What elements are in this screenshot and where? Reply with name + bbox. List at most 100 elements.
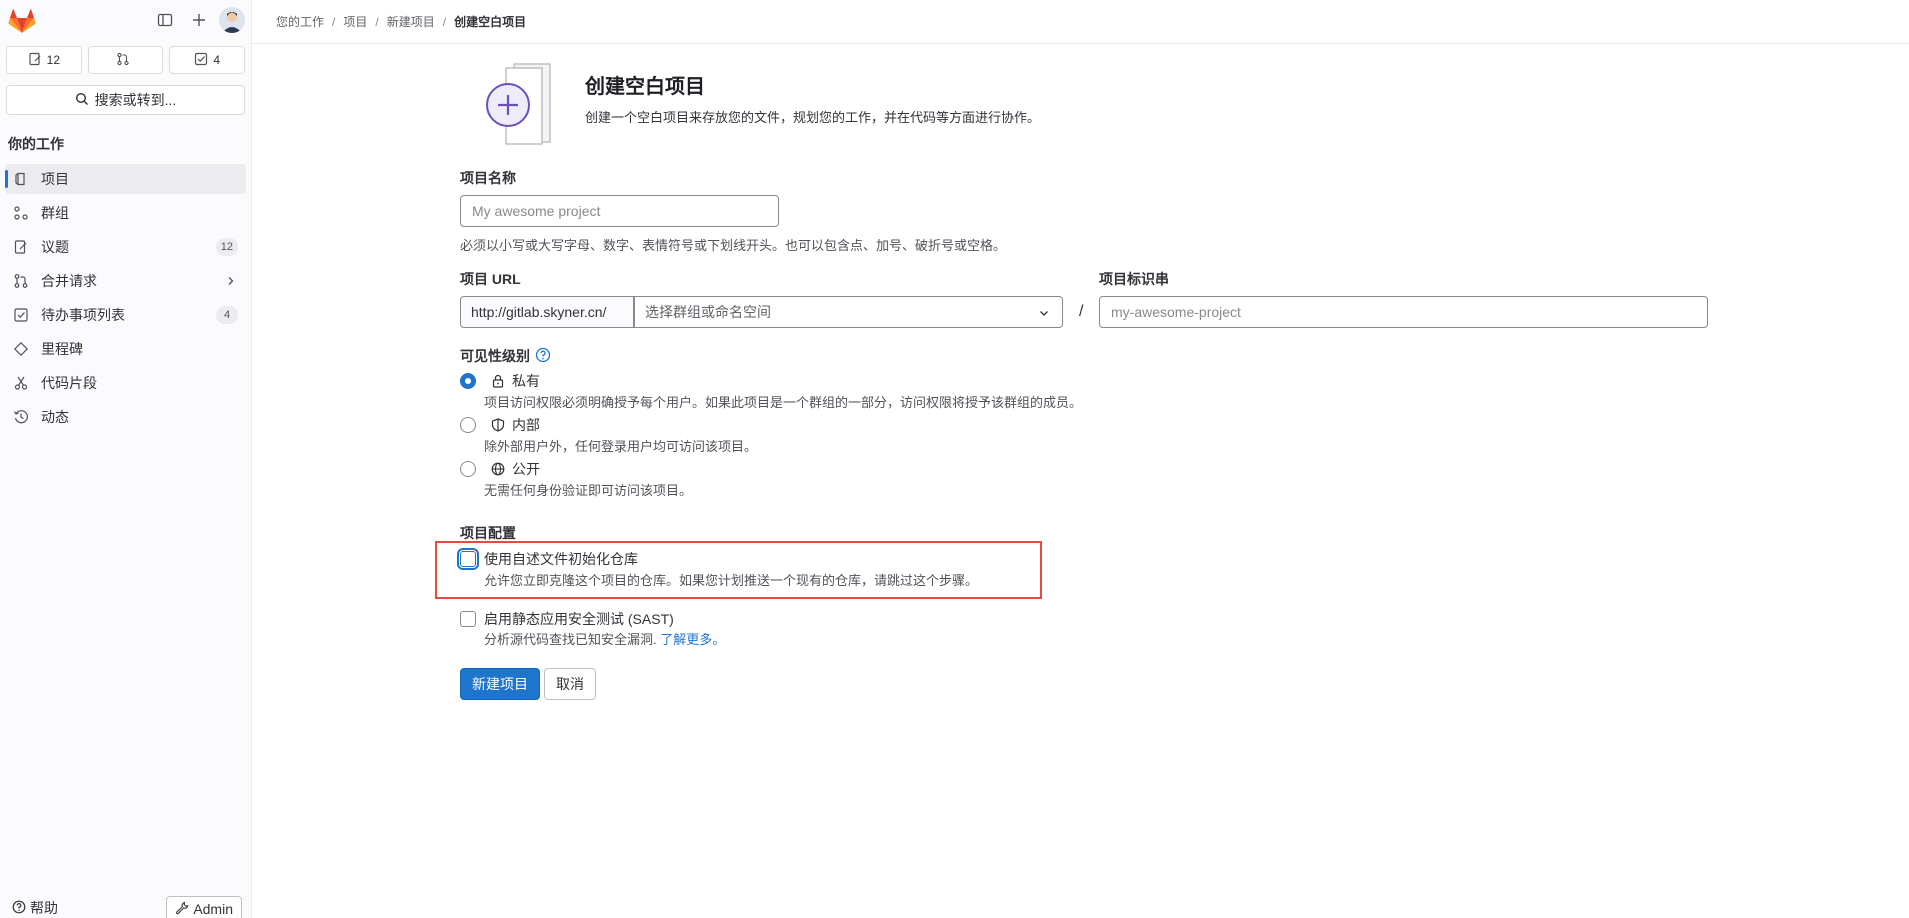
help-button[interactable]: 帮助	[12, 898, 58, 918]
user-avatar[interactable]	[219, 7, 245, 33]
project-name-label: 项目名称	[460, 170, 516, 186]
namespace-select[interactable]: 选择群组或命名空间	[634, 296, 1063, 328]
page-description: 创建一个空白项目来存放您的文件，规划您的工作，并在代码等方面进行协作。	[585, 110, 1041, 125]
sidebar-item-projects[interactable]: 项目	[5, 164, 246, 194]
init-readme-option[interactable]: 使用自述文件初始化仓库	[460, 549, 638, 569]
search-icon	[75, 92, 89, 109]
visibility-label-row: 可见性级别	[460, 346, 551, 366]
sidebar-item-issues[interactable]: 议题 12	[5, 232, 246, 262]
wrench-icon	[175, 901, 189, 918]
cancel-button[interactable]: 取消	[544, 668, 596, 700]
sidebar-item-label: 群组	[41, 205, 69, 221]
sidebar-item-label: 议题	[41, 239, 69, 255]
sidebar: 12 4 搜索或转到... 你的工作 项目 群组 议题 12 合并请求 待办事项…	[0, 0, 252, 918]
visibility-private-radio[interactable]	[460, 373, 476, 389]
page-title: 创建空白项目	[585, 76, 705, 98]
create-new-plus-icon[interactable]	[185, 6, 213, 34]
project-slug-input[interactable]	[1099, 296, 1708, 328]
merge-requests-counter-button[interactable]	[87, 46, 164, 74]
project-name-help: 必须以小写或大写字母、数字、表情符号或下划线开头。也可以包含点、加号、破折号或空…	[460, 238, 1007, 253]
init-readme-checkbox[interactable]	[460, 551, 476, 567]
project-config-label: 项目配置	[460, 525, 516, 541]
project-slug-label: 项目标识串	[1099, 271, 1169, 287]
issues-counter-button[interactable]: 12	[6, 46, 82, 74]
sidebar-item-label: 待办事项列表	[41, 307, 125, 323]
todo-icon	[194, 52, 208, 69]
visibility-internal-label: 内部	[512, 417, 540, 433]
lock-icon	[490, 373, 506, 389]
breadcrumb-separator: /	[375, 14, 379, 29]
sidebar-item-label: 里程碑	[41, 341, 83, 357]
admin-label: Admin	[193, 901, 233, 917]
snippet-icon	[13, 375, 29, 391]
blank-project-illustration	[474, 58, 564, 151]
sast-label: 启用静态应用安全测试 (SAST)	[484, 611, 674, 627]
visibility-private-option[interactable]: 私有	[460, 371, 540, 391]
sidebar-item-activity[interactable]: 动态	[5, 402, 246, 432]
breadcrumb-your-work[interactable]: 您的工作	[276, 13, 324, 30]
learn-more-link[interactable]: 了解更多。	[660, 632, 725, 647]
visibility-internal-radio[interactable]	[460, 417, 476, 433]
sidebar-item-todos[interactable]: 待办事项列表 4	[5, 300, 246, 330]
sidebar-item-groups[interactable]: 群组	[5, 198, 246, 228]
sidebar-item-label: 代码片段	[41, 375, 97, 391]
sidebar-footer: 帮助 Admin	[0, 896, 251, 918]
admin-button[interactable]: Admin	[166, 896, 242, 918]
breadcrumb-separator: /	[442, 14, 447, 29]
sidebar-nav: 项目 群组 议题 12 合并请求 待办事项列表 4 里程碑 代码片段 动态	[5, 164, 246, 436]
group-icon	[13, 205, 29, 221]
question-circle-icon[interactable]	[535, 347, 551, 366]
create-project-button[interactable]: 新建项目	[460, 668, 540, 700]
visibility-label: 可见性级别	[460, 348, 530, 364]
activity-icon	[13, 409, 29, 425]
sidebar-item-milestones[interactable]: 里程碑	[5, 334, 246, 364]
breadcrumb-new-project[interactable]: 新建项目	[387, 13, 435, 30]
top-bar: 您的工作 / 项目 / 新建项目 / 创建空白项目	[252, 0, 1909, 44]
namespace-select-placeholder: 选择群组或命名空间	[645, 304, 771, 320]
gitlab-logo-icon[interactable]	[8, 8, 36, 34]
init-readme-label: 使用自述文件初始化仓库	[484, 551, 638, 567]
visibility-internal-option[interactable]: 内部	[460, 415, 540, 435]
visibility-public-radio[interactable]	[460, 461, 476, 477]
merge-request-icon	[116, 52, 130, 69]
issues-icon	[13, 239, 29, 255]
project-icon	[13, 171, 29, 187]
breadcrumb-separator: /	[332, 14, 336, 29]
sast-option[interactable]: 启用静态应用安全测试 (SAST)	[460, 609, 674, 629]
sast-help: 分析源代码查找已知安全漏洞.	[484, 632, 657, 647]
globe-icon	[490, 461, 506, 477]
todos-count: 4	[213, 53, 221, 67]
sidebar-toggle-icon[interactable]	[151, 6, 179, 34]
counters-bar: 12 4	[6, 46, 246, 74]
visibility-public-label: 公开	[512, 461, 540, 477]
milestone-icon	[13, 341, 29, 357]
sidebar-item-label: 动态	[41, 409, 69, 425]
merge-request-icon	[13, 273, 29, 289]
issues-badge: 12	[215, 238, 238, 256]
sast-help-row: 分析源代码查找已知安全漏洞. 了解更多。	[484, 629, 725, 648]
sast-checkbox[interactable]	[460, 611, 476, 627]
help-label: 帮助	[30, 900, 58, 916]
search-label: 搜索或转到...	[94, 92, 177, 108]
breadcrumb: 您的工作 / 项目 / 新建项目 / 创建空白项目	[276, 13, 526, 30]
project-url-prefix: http://gitlab.skyner.cn/	[460, 296, 634, 328]
sidebar-item-label: 合并请求	[41, 273, 97, 289]
todos-counter-button[interactable]: 4	[169, 46, 246, 74]
todo-icon	[13, 307, 29, 323]
project-name-input[interactable]	[460, 195, 779, 227]
visibility-internal-desc: 除外部用户外，任何登录用户均可访问该项目。	[484, 439, 758, 454]
todos-badge: 4	[216, 306, 238, 324]
chevron-down-icon	[1038, 306, 1050, 322]
sidebar-header	[6, 6, 245, 36]
visibility-private-label: 私有	[512, 373, 540, 389]
project-url-label: 项目 URL	[460, 271, 521, 287]
sidebar-item-snippets[interactable]: 代码片段	[5, 368, 246, 398]
sidebar-item-merge-requests[interactable]: 合并请求	[5, 266, 246, 296]
visibility-public-option[interactable]: 公开	[460, 459, 540, 479]
sidebar-item-label: 项目	[41, 171, 69, 187]
breadcrumb-projects[interactable]: 项目	[343, 13, 367, 30]
search-or-goto-button[interactable]: 搜索或转到...	[6, 85, 245, 115]
breadcrumb-current[interactable]: 创建空白项目	[454, 13, 526, 30]
init-readme-help: 允许您立即克隆这个项目的仓库。如果您计划推送一个现有的仓库，请跳过这个步骤。	[484, 573, 979, 588]
url-slash: /	[1079, 303, 1084, 320]
